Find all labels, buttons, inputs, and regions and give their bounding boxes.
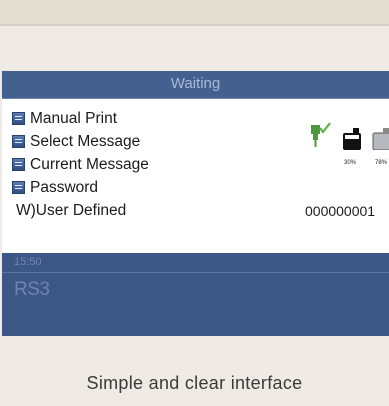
status-bar: 15:50 RS3 <box>2 253 389 336</box>
clock-time: 15:50 <box>14 256 42 268</box>
menu-item-user-defined[interactable]: W)User Defined <box>16 202 126 220</box>
print-counter: 000000001 <box>305 203 376 219</box>
model-name: RS3 <box>14 279 50 300</box>
main-menu: Manual Print Select Message Current Mess… <box>12 107 149 199</box>
screen-content: Manual Print Select Message Current Mess… <box>2 99 389 253</box>
status-divider <box>2 272 389 273</box>
ink-bottle-icon <box>343 128 361 150</box>
solvent-level-label: 78% <box>375 160 388 166</box>
menu-item-icon <box>12 158 25 171</box>
ink-level-label: 30% <box>344 160 357 166</box>
menu-item-label: Manual Print <box>30 109 118 127</box>
top-band <box>0 0 389 24</box>
menu-item-manual-print[interactable]: Manual Print <box>12 107 149 130</box>
menu-item-current-message[interactable]: Current Message <box>12 153 149 176</box>
menu-item-label: Password <box>30 178 99 196</box>
screen-title: Waiting <box>2 71 389 99</box>
printhead-ready-icon <box>311 122 331 147</box>
menu-item-password[interactable]: Password <box>12 176 149 199</box>
printer-screen: Waiting Manual Print Select Message Curr… <box>2 71 389 336</box>
caption: Simple and clear interface <box>86 373 303 393</box>
solvent-bottle-icon <box>372 128 389 150</box>
top-band-divider <box>0 24 389 26</box>
menu-item-icon <box>12 135 25 148</box>
menu-item-icon <box>12 181 25 194</box>
menu-item-select-message[interactable]: Select Message <box>12 130 149 153</box>
menu-item-icon <box>12 112 25 125</box>
menu-item-label: Current Message <box>30 155 149 173</box>
menu-item-label: Select Message <box>30 132 141 150</box>
status-icons: 30% 78% <box>309 122 389 192</box>
